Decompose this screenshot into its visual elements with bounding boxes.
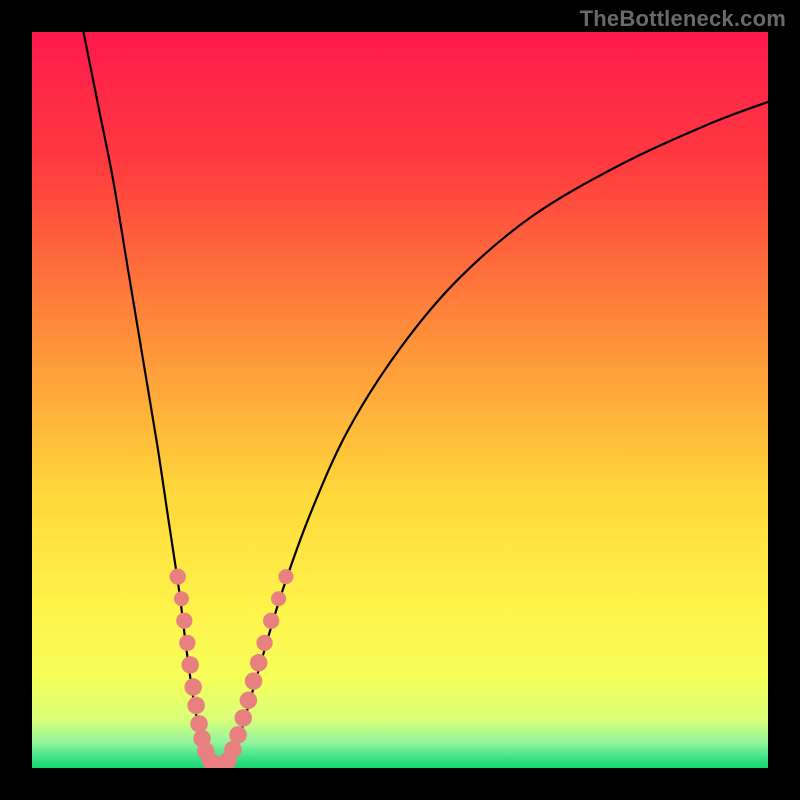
scatter-point xyxy=(229,726,247,744)
scatter-point xyxy=(234,709,252,727)
chart-frame: TheBottleneck.com xyxy=(0,0,800,800)
plot-area xyxy=(32,32,768,768)
scatter-point xyxy=(184,678,202,696)
scatter-point xyxy=(170,569,186,585)
scatter-point xyxy=(245,672,263,690)
scatter-point xyxy=(250,654,268,672)
scatter-point xyxy=(278,569,293,584)
watermark-text: TheBottleneck.com xyxy=(580,6,786,32)
scatter-point xyxy=(176,613,192,629)
scatter-point xyxy=(263,613,279,629)
scatter-point xyxy=(256,635,272,651)
scatter-point xyxy=(179,635,195,651)
chart-svg xyxy=(32,32,768,768)
scatter-point xyxy=(190,715,208,733)
scatter-point xyxy=(174,591,189,606)
scatter-point xyxy=(187,697,205,715)
scatter-point xyxy=(240,692,258,710)
gradient-background xyxy=(32,32,768,768)
scatter-point xyxy=(181,656,199,674)
scatter-point xyxy=(271,591,286,606)
